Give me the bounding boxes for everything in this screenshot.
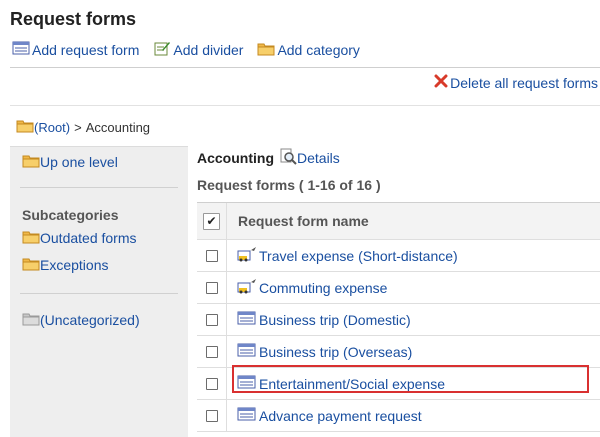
row-checkbox[interactable]: [205, 281, 218, 294]
request-form-link[interactable]: Business trip (Overseas): [259, 344, 412, 360]
row-checkbox[interactable]: [205, 409, 218, 422]
subcategory-outdated-forms[interactable]: Outdated forms: [22, 229, 137, 247]
folder-icon: [22, 256, 40, 274]
request-forms-count: Request forms ( 1-16 of 16 ): [197, 177, 381, 193]
vehicle-form-icon: [237, 278, 257, 297]
breadcrumb-separator: >: [74, 119, 82, 135]
section-divider: [10, 105, 600, 106]
folder-icon: [22, 229, 40, 247]
form-icon: [237, 406, 257, 425]
row-checkbox-cell: [197, 368, 227, 399]
subcategories-heading: Subcategories: [22, 207, 119, 223]
request-form-link[interactable]: Commuting expense: [259, 280, 387, 296]
uncategorized-label[interactable]: (Uncategorized): [40, 312, 140, 328]
add-category-button[interactable]: Add category: [257, 40, 360, 59]
table-row: Entertainment/Social expense: [197, 368, 600, 400]
form-icon: [12, 40, 30, 59]
column-header-name: Request form name: [238, 213, 369, 229]
add-category-label[interactable]: Add category: [277, 42, 360, 58]
folder-icon: [16, 118, 34, 136]
details-link[interactable]: Details: [297, 150, 340, 166]
table-row: Advance payment request: [197, 400, 600, 432]
category-header: Accounting Details: [197, 148, 340, 168]
table-row: Business trip (Domestic): [197, 304, 600, 336]
category-name: Accounting: [197, 150, 274, 166]
row-checkbox-cell: [197, 336, 227, 367]
row-checkbox-cell: [197, 304, 227, 335]
pencil-note-icon: [153, 40, 171, 59]
subcategory-exceptions[interactable]: Exceptions: [22, 256, 108, 274]
table-row: Travel expense (Short-distance): [197, 240, 600, 272]
row-name-cell: Business trip (Domestic): [227, 310, 411, 329]
row-checkbox[interactable]: [205, 345, 218, 358]
table-row: Business trip (Overseas): [197, 336, 600, 368]
toolbar: Add request form Add divider Add categor…: [12, 40, 374, 59]
uncategorized-link[interactable]: (Uncategorized): [22, 311, 140, 329]
row-checkbox[interactable]: [205, 249, 218, 262]
page-title: Request forms: [10, 9, 137, 29]
breadcrumb-current: Accounting: [85, 119, 151, 135]
folder-add-icon: [257, 40, 275, 59]
breadcrumb: (Root) > Accounting: [16, 118, 150, 136]
table-row: Commuting expense: [197, 272, 600, 304]
request-forms-table: ✔ Request form name Travel expense (Shor…: [197, 202, 600, 432]
add-divider-label[interactable]: Add divider: [173, 42, 243, 58]
add-request-form-button[interactable]: Add request form: [12, 40, 139, 59]
add-divider-button[interactable]: Add divider: [153, 40, 243, 59]
request-form-link[interactable]: Business trip (Domestic): [259, 312, 411, 328]
request-form-link[interactable]: Travel expense (Short-distance): [259, 248, 458, 264]
table-header-row: ✔ Request form name: [197, 203, 600, 240]
row-name-cell: Business trip (Overseas): [227, 342, 412, 361]
form-icon: [237, 342, 257, 361]
category-sidebar: Up one level Subcategories Outdated form…: [10, 146, 188, 437]
sidebar-divider: [20, 293, 178, 294]
up-one-level-link[interactable]: Up one level: [22, 153, 118, 171]
magnifier-icon: [280, 148, 297, 168]
request-form-link[interactable]: Advance payment request: [259, 408, 422, 424]
up-one-level-label[interactable]: Up one level: [40, 154, 118, 170]
row-checkbox[interactable]: [205, 377, 218, 390]
row-checkbox[interactable]: [205, 313, 218, 326]
row-checkbox-cell: [197, 400, 227, 431]
add-request-form-label[interactable]: Add request form: [32, 42, 139, 58]
sidebar-divider: [20, 187, 178, 188]
breadcrumb-root-link[interactable]: (Root): [34, 120, 70, 135]
row-name-cell: Advance payment request: [227, 406, 422, 425]
delete-x-icon: [434, 74, 448, 91]
request-form-link[interactable]: Entertainment/Social expense: [259, 376, 445, 392]
form-icon: [237, 310, 257, 329]
gray-folder-icon: [22, 311, 40, 329]
select-all-checkbox[interactable]: ✔: [203, 212, 220, 230]
row-checkbox-cell: [197, 240, 227, 271]
row-name-cell: Travel expense (Short-distance): [227, 246, 458, 265]
delete-all-label[interactable]: Delete all request forms: [450, 75, 598, 91]
row-name-cell: Entertainment/Social expense: [227, 374, 445, 393]
toolbar-divider: [10, 67, 600, 68]
subcategory-label[interactable]: Exceptions: [40, 257, 108, 273]
vehicle-form-icon: [237, 246, 257, 265]
select-all-cell: ✔: [197, 203, 227, 239]
row-name-cell: Commuting expense: [227, 278, 387, 297]
subcategory-label[interactable]: Outdated forms: [40, 230, 137, 246]
folder-icon: [22, 153, 40, 171]
delete-all-button[interactable]: Delete all request forms: [434, 74, 598, 91]
form-icon: [237, 374, 257, 393]
row-checkbox-cell: [197, 272, 227, 303]
